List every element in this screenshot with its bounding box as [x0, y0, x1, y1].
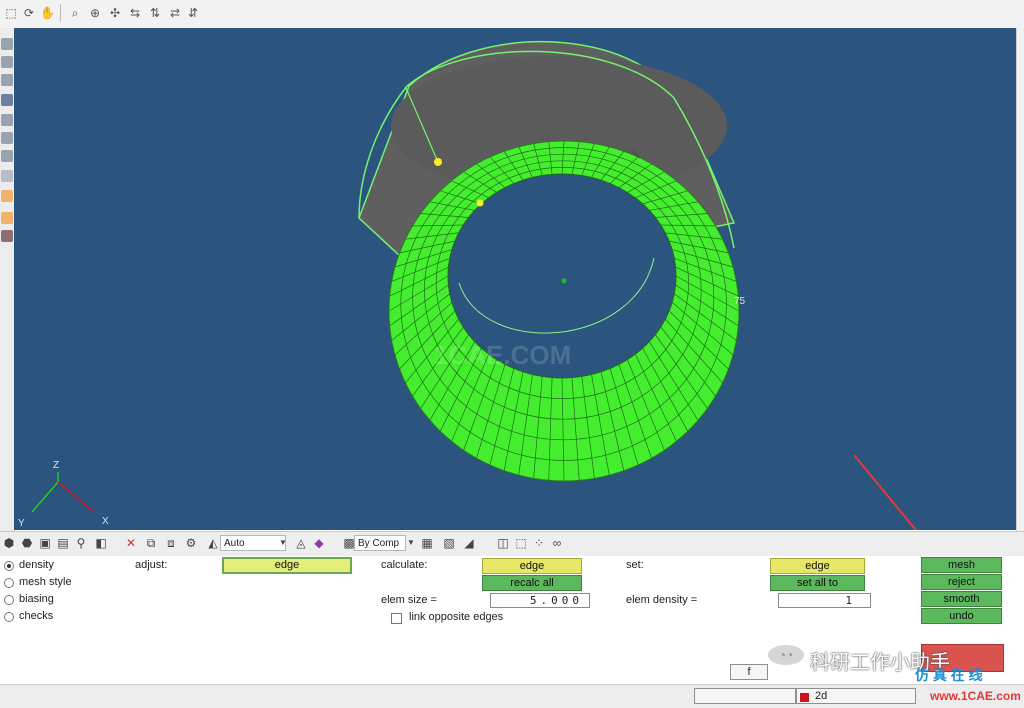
set-edge-button[interactable]: edge [770, 558, 865, 574]
panel-toolbar: ⬢ ⬣ ▣ ▤ ⚲ ◧ ✕ ⧉ ⧈ ⚙ ◭ Auto ▼ ◬ ◆ ▩ By Co… [0, 531, 1024, 557]
load-icon[interactable] [1, 170, 13, 182]
left-toolbar [0, 28, 15, 536]
mirror-icon[interactable]: ⇵ [186, 6, 200, 20]
settings-icon[interactable]: ⚙ [184, 536, 198, 550]
set-label: set: [626, 559, 644, 571]
node-icon[interactable] [1, 74, 13, 86]
material-icon[interactable] [1, 150, 13, 162]
selection-icon[interactable]: ⬚ [4, 6, 18, 20]
wechat-icon: ◔◔ [768, 645, 804, 665]
organize-icon[interactable]: ⧈ [164, 536, 178, 550]
tab-biasing[interactable]: biasing [19, 593, 54, 605]
radio-checks[interactable] [4, 612, 14, 622]
delete-icon[interactable]: ✕ [124, 536, 138, 550]
color-by-select[interactable]: By Comp [354, 535, 406, 551]
box-icon[interactable]: ⬚ [514, 536, 528, 550]
link-opposite-edges-checkbox[interactable] [391, 613, 402, 624]
elem-size-field[interactable]: 5.000 [490, 593, 590, 608]
dots-icon[interactable]: ⁘ [532, 536, 546, 550]
flip-icon[interactable]: ⇄ [168, 6, 182, 20]
site-watermark-url: www.1CAE.com [930, 689, 1021, 703]
mask-icon[interactable]: ◧ [94, 536, 108, 550]
y-axis-label: Y [18, 518, 25, 529]
transparency-icon[interactable]: ◬ [294, 536, 308, 550]
link-opposite-edges-label: link opposite edges [409, 611, 504, 623]
recalc-all-button[interactable]: recalc all [482, 575, 582, 591]
orient-icon[interactable]: ⇆ [128, 6, 142, 20]
output-icon[interactable] [1, 230, 13, 242]
isolate-icon[interactable]: ▤ [56, 536, 70, 550]
render-icon[interactable]: ◆ [312, 536, 326, 550]
toolbar-divider [60, 4, 61, 22]
layers-icon[interactable]: ◢ [462, 536, 476, 550]
tab-checks[interactable]: checks [19, 610, 53, 622]
find-icon[interactable]: ⚲ [74, 536, 88, 550]
x-axis-line [57, 481, 95, 513]
hide-icon[interactable]: ▣ [38, 536, 52, 550]
shaded-cube-icon[interactable]: ▧ [442, 536, 456, 550]
node-marker-2[interactable] [476, 199, 484, 207]
component-field[interactable]: 2d [796, 688, 916, 704]
status-bar: f 2d www.1CAE.com [0, 664, 1024, 708]
component-icon[interactable] [1, 38, 13, 50]
site-watermark-cn: 仿 真 在 线 [915, 667, 983, 683]
glasses-icon[interactable]: ∞ [550, 536, 564, 550]
tab-density[interactable]: density [19, 559, 54, 571]
set-all-to-button[interactable]: set all to [770, 575, 865, 591]
element-icon[interactable] [1, 94, 13, 106]
f-field[interactable]: f [730, 664, 768, 680]
bc-icon[interactable] [1, 190, 13, 202]
center-point [561, 278, 567, 284]
annotation-arrow [853, 454, 918, 530]
calculate-edge-button[interactable]: edge [482, 558, 582, 574]
elem-density-field[interactable]: 1 [778, 593, 871, 608]
calculate-label: calculate: [381, 559, 428, 571]
chevron-down-icon-2[interactable]: ▼ [404, 536, 418, 550]
z-axis-label: Z [53, 460, 59, 471]
radio-density[interactable] [4, 561, 14, 571]
node-label: 75 [734, 296, 746, 307]
zoom-window-icon[interactable]: ⌕ [68, 6, 82, 20]
automesh-panel: density mesh style biasing checks adjust… [0, 556, 1024, 684]
status-field-empty [694, 688, 796, 704]
adjust-label: adjust: [135, 559, 168, 571]
radio-mesh-style[interactable] [4, 578, 14, 588]
node-marker-1[interactable] [434, 158, 442, 166]
surface-icon[interactable] [1, 114, 13, 126]
copy-icon[interactable]: ⧉ [144, 536, 158, 550]
watermark-text: 1CAE.COM [434, 340, 571, 370]
elem-size-label: elem size = [381, 594, 437, 606]
graphics-viewport[interactable]: 75 1CAE.COM Z Y X [14, 28, 1016, 530]
reject-button[interactable]: reject [921, 574, 1002, 590]
model-icon[interactable]: ⬢ [2, 536, 16, 550]
wire-cube-icon[interactable]: ▦ [420, 536, 434, 550]
main-toolbar: ⬚ ⟳ ✋ ⌕ ⊕ ✣ ⇆ ⇅ ⇄ ⇵ [0, 0, 1024, 29]
zoom-icon[interactable]: ⊕ [88, 6, 102, 20]
model-canvas: 75 1CAE.COM Z Y X [18, 41, 918, 530]
pan-icon[interactable]: ✋ [40, 6, 55, 20]
shade-icon[interactable]: ◭ [206, 536, 220, 550]
undo-button[interactable]: undo [921, 608, 1002, 624]
right-scroll-strip[interactable] [1016, 28, 1024, 536]
smooth-button[interactable]: smooth [921, 591, 1002, 607]
radio-biasing[interactable] [4, 595, 14, 605]
view-icon[interactable]: ◫ [496, 536, 510, 550]
reverse-icon[interactable]: ⇅ [148, 6, 162, 20]
assembly-icon[interactable] [1, 56, 13, 68]
solid-icon[interactable] [1, 132, 13, 144]
tab-mesh-style[interactable]: mesh style [19, 576, 72, 588]
y-axis-line [31, 481, 59, 513]
component-color-swatch [800, 693, 809, 702]
show-icon[interactable]: ⬣ [20, 536, 34, 550]
fit-icon[interactable]: ✣ [108, 6, 122, 20]
adjust-edge-button[interactable]: edge [222, 557, 352, 574]
mesh-button[interactable]: mesh [921, 557, 1002, 573]
rotate-icon[interactable]: ⟳ [22, 6, 36, 20]
bc-icon-2[interactable] [1, 212, 13, 224]
chevron-down-icon[interactable]: ▼ [276, 536, 290, 550]
elem-density-label: elem density = [626, 594, 698, 606]
x-axis-label: X [102, 516, 109, 527]
